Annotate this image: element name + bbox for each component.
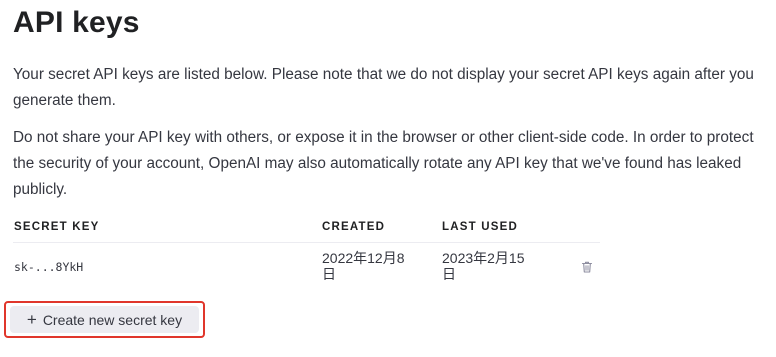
- security-notice: Do not share your API key with others, o…: [13, 129, 754, 198]
- column-header-created: CREATED: [322, 221, 386, 233]
- keys-description: Your secret API keys are listed below. P…: [13, 66, 754, 109]
- column-header-secret-key: SECRET KEY: [14, 221, 100, 233]
- table-row: sk-...8YkH 2022年12月8日 2023年2月15日: [13, 243, 600, 289]
- page-title: API keys: [13, 6, 140, 39]
- create-new-secret-key-button[interactable]: + Create new secret key: [10, 306, 199, 333]
- create-button-label: Create new secret key: [42, 311, 183, 328]
- api-keys-page: API keys Your secret API keys are listed…: [0, 0, 776, 357]
- last-used-date: 2023年2月15日: [442, 250, 525, 282]
- trash-icon[interactable]: [579, 259, 595, 275]
- secret-key-value: sk-...8YkH: [14, 260, 84, 274]
- table-header: SECRET KEY CREATED LAST USED: [13, 216, 600, 243]
- plus-icon: +: [26, 310, 37, 329]
- api-keys-table: SECRET KEY CREATED LAST USED sk-...8YkH …: [13, 216, 600, 289]
- created-date: 2022年12月8日: [322, 250, 405, 282]
- column-header-last-used: LAST USED: [442, 221, 518, 233]
